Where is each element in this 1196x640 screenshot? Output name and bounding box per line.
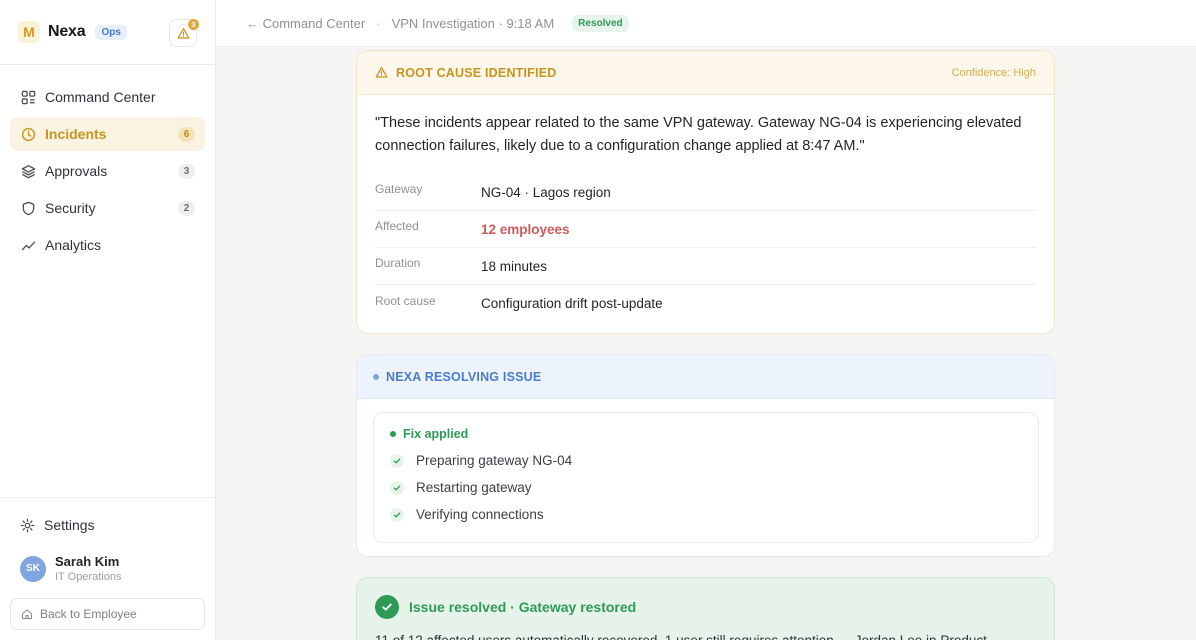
page-time: 9:18 AM [506,15,555,31]
list-item: Verifying connections [390,507,1022,522]
status-badge: Resolved [572,14,629,32]
root-cause-details: Gateway NG-04 · Lagos region Affected 12… [375,174,1036,322]
check-circle-icon [375,595,399,619]
shield-icon [20,200,36,216]
step-label: Preparing gateway NG-04 [416,453,573,468]
detail-row-root-cause: Root cause Configuration drift post-upda… [375,285,1036,322]
back-to-employee-label: Back to Employee [40,607,137,621]
alerts-count-badge: 3 [188,19,199,30]
detail-row-affected: Affected 12 employees [375,211,1036,248]
sidebar-item-label: Security [45,200,96,216]
sidebar-item-approvals[interactable]: Approvals 3 [10,154,205,188]
clock-icon [20,126,36,142]
sidebar-footer: Settings SK Sarah Kim IT Operations Back… [0,497,215,640]
page-title: VPN Investigation [391,15,495,31]
sidebar: M Nexa Ops 3 Command Center Incidents 6 … [0,0,216,640]
detail-label: Affected [375,219,419,233]
sidebar-item-incidents[interactable]: Incidents 6 [10,117,205,151]
settings-link[interactable]: Settings [20,517,95,533]
resolved-summary: 11 of 12 affected users automatically re… [357,619,1054,640]
brand-header: M Nexa Ops 3 [0,0,215,65]
list-item: Preparing gateway NG-04 [390,453,1022,468]
sidebar-item-label: Command Center [45,89,156,105]
detail-row-gateway: Gateway NG-04 · Lagos region [375,174,1036,211]
root-cause-header: ROOT CAUSE IDENTIFIED Confidence: High [357,51,1054,95]
back-to-employee-button[interactable]: Back to Employee [10,598,205,630]
trend-icon [20,237,36,253]
detail-label: Duration [375,256,421,270]
breadcrumb: ← Command Center · VPN Investigation · 9… [216,0,1196,47]
resolved-title: Issue resolved · Gateway restored [409,599,637,615]
warning-icon [375,66,388,78]
sidebar-item-label: Incidents [45,126,107,142]
fix-status-label: Fix applied [403,427,469,441]
status-dot-icon [390,431,396,437]
fix-steps-panel: Fix applied Preparing gateway NG-04 Rest… [373,412,1039,543]
step-label: Restarting gateway [416,480,532,495]
breadcrumb-back-link[interactable]: ← Command Center [246,16,365,31]
approvals-count-badge: 3 [178,164,195,179]
detail-label: Gateway [375,182,423,196]
warning-icon [177,27,189,39]
app-logo[interactable]: M [18,21,40,43]
check-icon [390,453,404,468]
brand-name: Nexa [48,23,86,40]
gear-icon [20,518,35,533]
user-profile[interactable]: SK Sarah Kim IT Operations [20,554,121,583]
incidents-count-badge: 6 [178,127,195,142]
user-name: Sarah Kim [55,554,120,569]
root-cause-summary: "These incidents appear related to the s… [375,115,1022,154]
detail-value: Configuration drift post-update [481,296,663,311]
settings-label: Settings [44,517,95,533]
resolved-card: Issue resolved · Gateway restored 11 of … [356,577,1055,640]
detail-value: 12 employees [481,221,570,237]
list-item: Restarting gateway [390,480,1022,495]
user-role: IT Operations [55,571,122,583]
root-cause-card: ROOT CAUSE IDENTIFIED Confidence: High "… [356,50,1055,334]
breadcrumb-separator: · [376,15,381,31]
sidebar-item-command-center[interactable]: Command Center [10,80,205,114]
security-count-badge: 2 [178,201,195,216]
fix-status: Fix applied [390,427,1022,441]
sidebar-item-label: Analytics [45,237,102,253]
resolving-card: NEXA RESOLVING ISSUE Fix applied Prepari… [356,354,1055,557]
detail-row-duration: Duration 18 minutes [375,248,1036,285]
workspace-badge: Ops [95,24,127,40]
resolving-title: NEXA RESOLVING ISSUE [386,369,542,384]
resolving-header: NEXA RESOLVING ISSUE [357,355,1054,399]
detail-value: 18 minutes [481,258,548,274]
check-icon [390,507,404,522]
detail-label: Root cause [375,293,436,308]
home-icon [21,608,33,620]
sidebar-item-security[interactable]: Security 2 [10,191,205,225]
step-label: Verifying connections [416,507,544,522]
avatar: SK [20,555,46,582]
title-separator: · [494,15,507,31]
alerts-button[interactable]: 3 [169,19,199,47]
status-dot-icon [373,373,379,380]
sidebar-item-analytics[interactable]: Analytics [10,228,205,262]
root-cause-title: ROOT CAUSE IDENTIFIED [396,65,557,80]
layers-icon [20,163,36,179]
check-icon [390,480,404,495]
sidebar-nav: Command Center Incidents 6 Approvals 3 S… [0,65,215,262]
detail-value: NG-04 · Lagos region [481,184,611,200]
confidence-label: Confidence: High [951,66,1036,79]
grid-icon [20,89,36,105]
sidebar-item-label: Approvals [45,163,108,179]
resolved-header: Issue resolved · Gateway restored [357,578,1054,619]
